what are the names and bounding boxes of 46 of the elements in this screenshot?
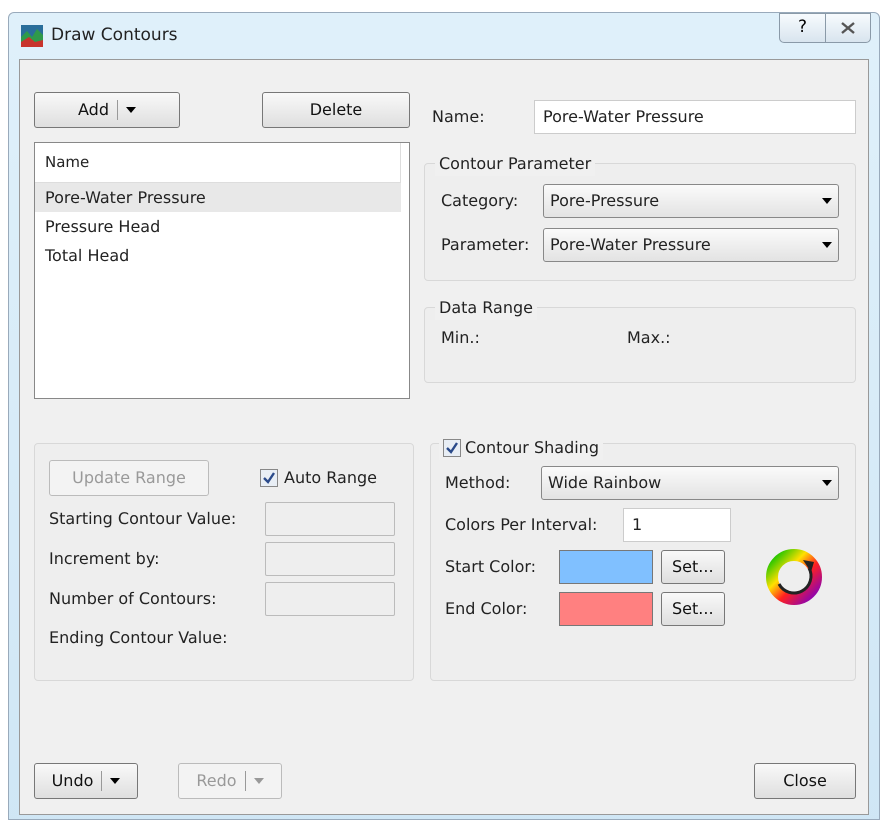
set-color-button[interactable]: Set... bbox=[661, 550, 725, 584]
help-button[interactable]: ? bbox=[779, 13, 825, 43]
list-item[interactable]: Pressure Head bbox=[35, 212, 409, 241]
set-color-button[interactable]: Set... bbox=[661, 592, 725, 626]
category-label: Category: bbox=[441, 190, 520, 212]
colors-per-interval-field[interactable]: 1 bbox=[623, 508, 731, 542]
color-wheel-icon bbox=[765, 548, 823, 606]
undo-button[interactable]: Undo bbox=[34, 763, 138, 799]
method-label: Method: bbox=[445, 472, 512, 494]
colors-per-interval-label: Colors Per Interval: bbox=[445, 514, 598, 536]
caret-icon bbox=[822, 198, 832, 204]
window-title: Draw Contours bbox=[51, 24, 178, 48]
field-label: Starting Contour Value: bbox=[49, 508, 236, 530]
ending-contour-value-label: Ending Contour Value: bbox=[49, 627, 229, 649]
caret-icon bbox=[110, 778, 120, 784]
min-label: Min.: bbox=[441, 327, 481, 349]
auto-range-label: Auto Range bbox=[284, 467, 377, 489]
parameter-dropdown[interactable]: Pore-Water Pressure bbox=[543, 228, 839, 262]
close-window-button[interactable] bbox=[825, 13, 871, 43]
name-label: Name: bbox=[431, 106, 486, 128]
name-field[interactable]: Pore-Water Pressure bbox=[534, 100, 856, 134]
caret-icon bbox=[822, 242, 832, 248]
delete-button[interactable]: Delete bbox=[262, 92, 410, 128]
caret-icon bbox=[822, 480, 832, 486]
add-button[interactable]: Add bbox=[34, 92, 180, 128]
color-label: End Color: bbox=[445, 598, 528, 620]
max-label: Max.: bbox=[627, 327, 671, 349]
close-button[interactable]: Close bbox=[754, 763, 856, 799]
contour-shading-checkbox[interactable] bbox=[443, 439, 461, 457]
app-icon bbox=[21, 25, 43, 47]
caret-icon bbox=[254, 778, 264, 784]
input-field[interactable] bbox=[265, 542, 395, 576]
parameter-label: Parameter: bbox=[441, 234, 530, 256]
field-label: Number of Contours: bbox=[49, 588, 216, 610]
field-label: Increment by: bbox=[49, 548, 160, 570]
auto-range-checkbox[interactable] bbox=[260, 469, 278, 487]
caret-icon bbox=[126, 107, 136, 113]
input-field[interactable] bbox=[265, 582, 395, 616]
input-field[interactable] bbox=[265, 502, 395, 536]
method-dropdown[interactable]: Wide Rainbow bbox=[541, 466, 839, 500]
contour-shading-label: Contour Shading bbox=[465, 437, 599, 459]
list-item[interactable]: Total Head bbox=[35, 241, 409, 270]
close-icon bbox=[841, 22, 855, 34]
color-label: Start Color: bbox=[445, 556, 538, 578]
category-dropdown[interactable]: Pore-Pressure bbox=[543, 184, 839, 218]
list-item[interactable]: Pore-Water Pressure bbox=[35, 183, 401, 212]
